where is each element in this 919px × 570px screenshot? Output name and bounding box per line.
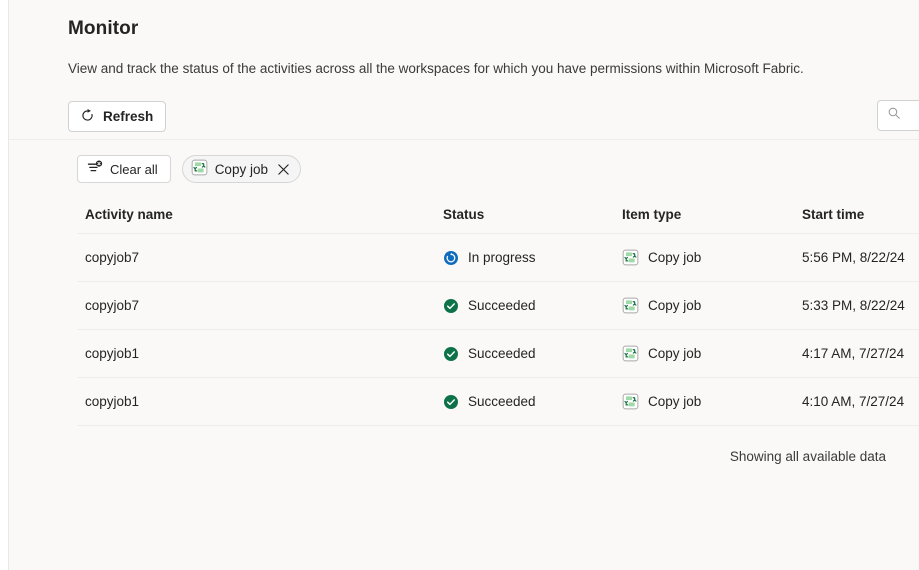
filter-chip-copy-job[interactable]: Copy job xyxy=(182,155,301,183)
cell-start-time: 4:17 AM, 7/27/24 xyxy=(794,330,919,378)
table-row[interactable]: copyjob1 Succeeded xyxy=(77,378,919,426)
cell-activity-name: copyjob1 xyxy=(77,330,435,378)
item-type-label: Copy job xyxy=(648,298,701,313)
search-icon xyxy=(887,106,901,125)
refresh-button-label: Refresh xyxy=(103,109,153,124)
item-type-label: Copy job xyxy=(648,394,701,409)
cell-status: In progress xyxy=(435,234,614,282)
cell-status: Succeeded xyxy=(435,378,614,426)
left-rail xyxy=(0,0,9,570)
table-row[interactable]: copyjob7 Succeeded xyxy=(77,282,919,330)
cell-item-type: Copy job xyxy=(614,330,794,378)
refresh-button[interactable]: Refresh xyxy=(68,101,166,132)
cell-status: Succeeded xyxy=(435,330,614,378)
status-label: In progress xyxy=(468,250,536,265)
table-header-row: Activity name Status Item type Start tim… xyxy=(77,200,919,234)
activities-table: Activity name Status Item type Start tim… xyxy=(9,200,919,464)
cell-activity-name: copyjob7 xyxy=(77,234,435,282)
monitor-page: Monitor View and track the status of the… xyxy=(0,0,919,570)
filter-chip-label: Copy job xyxy=(215,162,268,177)
item-type-label: Copy job xyxy=(648,346,701,361)
in-progress-icon xyxy=(443,250,459,266)
succeeded-icon xyxy=(443,298,459,314)
search-input[interactable] xyxy=(877,100,919,131)
status-label: Succeeded xyxy=(468,394,536,409)
status-label: Succeeded xyxy=(468,346,536,361)
clear-all-label: Clear all xyxy=(110,162,158,177)
cell-activity-name: copyjob1 xyxy=(77,378,435,426)
table-footer-status: Showing all available data xyxy=(77,426,919,464)
clear-all-button[interactable]: Clear all xyxy=(77,155,171,183)
status-label: Succeeded xyxy=(468,298,536,313)
filter-row: Clear all Copy job xyxy=(9,140,919,185)
refresh-icon xyxy=(80,108,95,126)
column-header-activity-name[interactable]: Activity name xyxy=(77,200,435,234)
cell-status: Succeeded xyxy=(435,282,614,330)
cell-item-type: Copy job xyxy=(614,234,794,282)
item-type-label: Copy job xyxy=(648,250,701,265)
copy-job-icon xyxy=(622,249,639,266)
cell-activity-name: copyjob7 xyxy=(77,282,435,330)
cell-start-time: 4:10 AM, 7/27/24 xyxy=(794,378,919,426)
cell-start-time: 5:33 PM, 8/22/24 xyxy=(794,282,919,330)
copy-job-icon xyxy=(622,297,639,314)
cell-item-type: Copy job xyxy=(614,378,794,426)
clear-filter-icon xyxy=(87,160,103,179)
page-title: Monitor xyxy=(68,16,919,42)
succeeded-icon xyxy=(443,346,459,362)
succeeded-icon xyxy=(443,394,459,410)
close-icon[interactable] xyxy=(276,162,291,177)
copy-job-icon xyxy=(191,159,208,179)
content-area: Monitor View and track the status of the… xyxy=(9,0,919,570)
copy-job-icon xyxy=(622,393,639,410)
table-row[interactable]: copyjob1 Succeeded xyxy=(77,330,919,378)
column-header-status[interactable]: Status xyxy=(435,200,614,234)
table-row[interactable]: copyjob7 In progress xyxy=(77,234,919,282)
page-subtitle: View and track the status of the activit… xyxy=(68,59,919,79)
command-bar: Refresh xyxy=(9,94,919,139)
column-header-start-time[interactable]: Start time xyxy=(794,200,919,234)
page-header: Monitor View and track the status of the… xyxy=(9,0,919,79)
copy-job-icon xyxy=(622,345,639,362)
column-header-item-type[interactable]: Item type xyxy=(614,200,794,234)
cell-start-time: 5:56 PM, 8/22/24 xyxy=(794,234,919,282)
cell-item-type: Copy job xyxy=(614,282,794,330)
